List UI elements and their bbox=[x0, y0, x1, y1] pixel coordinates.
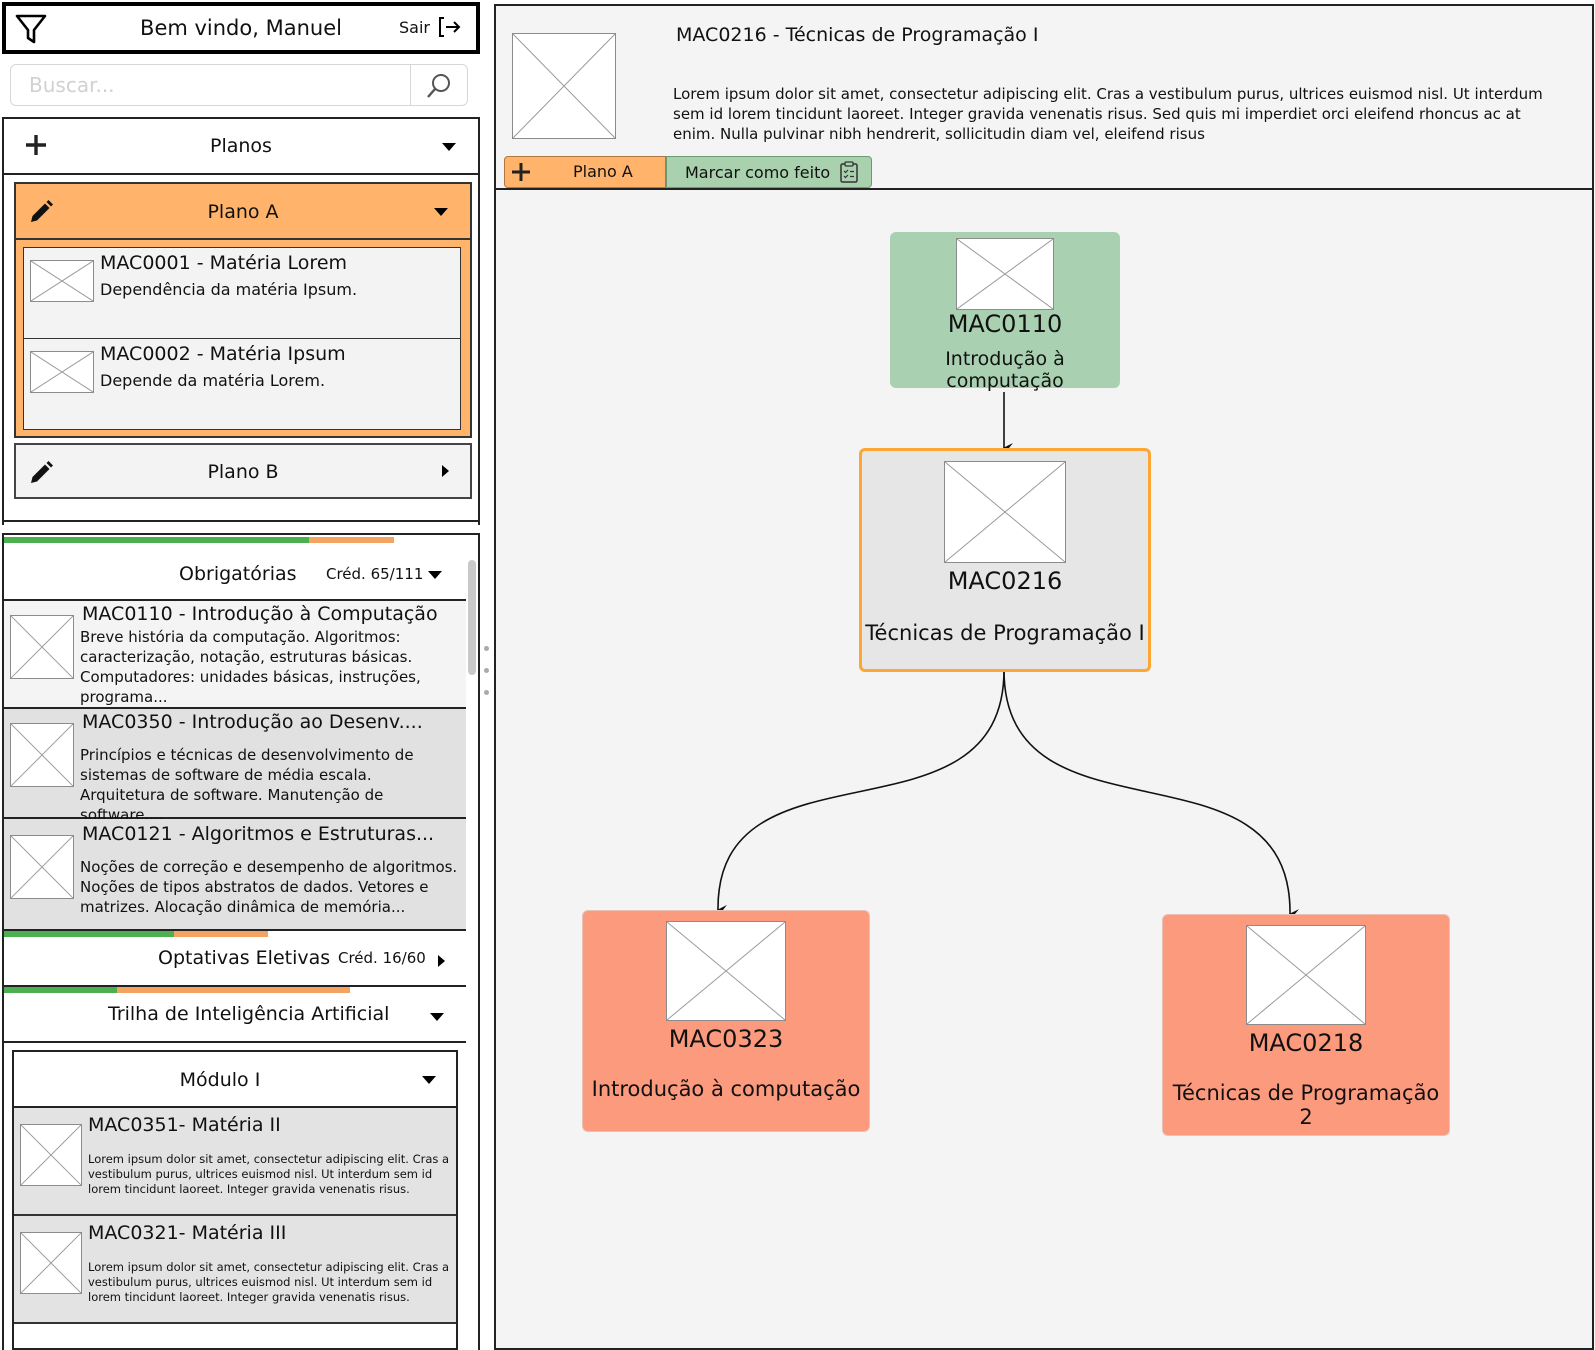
module-group: Módulo I MAC0351- Matéria II Lorem ipsum… bbox=[12, 1050, 458, 1350]
course-detail-header: MAC0216 - Técnicas de Programação I Lore… bbox=[496, 6, 1592, 190]
plan-a-group: Plano A MAC0001 - Matéria Lorem Dependên… bbox=[14, 182, 472, 438]
course-detail-title: MAC0216 - Técnicas de Programação I bbox=[676, 24, 1039, 46]
graph-node-current[interactable]: MAC0216 Técnicas de Programação I bbox=[859, 448, 1151, 672]
mark-done-label: Marcar como feito bbox=[685, 163, 831, 182]
section-label: Trilha de Inteligência Artificial bbox=[108, 1003, 390, 1025]
graph-node-dependent-left[interactable]: MAC0323 Introdução à computação bbox=[582, 910, 870, 1132]
course-list-item[interactable]: MAC0110 - Introdução à Computação Breve … bbox=[4, 601, 466, 709]
chevron-down-icon[interactable] bbox=[442, 143, 456, 151]
course-image-placeholder bbox=[512, 33, 616, 139]
node-name: Técnicas de Programação I bbox=[865, 621, 1145, 645]
course-description: Lorem ipsum dolor sit amet, consectetur … bbox=[88, 1152, 450, 1196]
graph-node-prerequisite[interactable]: MAC0110 Introdução à computação bbox=[890, 232, 1120, 392]
chevron-right-icon[interactable] bbox=[438, 955, 445, 967]
credits-counter: Créd. 16/60 bbox=[338, 949, 426, 967]
course-image-placeholder bbox=[10, 835, 74, 899]
course-image-placeholder bbox=[10, 615, 74, 679]
course-description: Princípios e técnicas de desenvolvimento… bbox=[80, 746, 414, 824]
course-image-placeholder bbox=[666, 921, 786, 1021]
node-name: Introdução à computação bbox=[591, 1077, 861, 1101]
chevron-down-icon[interactable] bbox=[428, 571, 442, 579]
plan-course-item[interactable]: MAC0002 - Matéria Ipsum Depende da matér… bbox=[23, 338, 461, 430]
course-description: Lorem ipsum dolor sit amet, consectetur … bbox=[88, 1260, 450, 1304]
course-description: Noções de correção e desempenho de algor… bbox=[80, 858, 458, 916]
course-image-placeholder bbox=[944, 461, 1066, 563]
sidebar: Bem vindo, Manuel Sair Planos Plano A MA… bbox=[0, 0, 484, 1350]
plan-course-item[interactable]: MAC0001 - Matéria Lorem Dependência da m… bbox=[23, 247, 461, 339]
course-image-placeholder bbox=[20, 1124, 82, 1186]
course-title: MAC0321- Matéria III bbox=[88, 1222, 287, 1244]
divider bbox=[2, 520, 480, 524]
course-title: MAC0350 - Introdução ao Desenv.... bbox=[82, 711, 423, 733]
curriculum-panel: Obrigatórias Créd. 65/111 MAC0110 - Intr… bbox=[2, 533, 480, 1350]
course-image-placeholder bbox=[956, 238, 1054, 310]
search-icon bbox=[427, 74, 450, 98]
plan-b-label: Plano B bbox=[207, 461, 279, 483]
search-box bbox=[10, 64, 468, 106]
node-code: MAC0216 bbox=[947, 567, 1063, 595]
plan-a-header[interactable]: Plano A bbox=[16, 184, 470, 240]
node-name: Introdução à computação bbox=[945, 348, 1065, 392]
course-title: MAC0001 - Matéria Lorem bbox=[100, 252, 348, 274]
search-input[interactable] bbox=[11, 65, 411, 105]
course-title: MAC0002 - Matéria Ipsum bbox=[100, 343, 346, 365]
section-label: Obrigatórias bbox=[179, 563, 297, 585]
scrollbar-thumb[interactable] bbox=[468, 560, 476, 675]
course-title: MAC0110 - Introdução à Computação bbox=[82, 603, 438, 625]
course-detail-description: Lorem ipsum dolor sit amet, consectetur … bbox=[673, 85, 1543, 143]
section-optativas-header[interactable]: Optativas Eletivas Créd. 16/60 bbox=[4, 937, 466, 987]
course-image-placeholder bbox=[30, 351, 94, 393]
node-code: MAC0218 bbox=[1248, 1029, 1364, 1057]
plans-label: Planos bbox=[210, 135, 272, 157]
plans-header[interactable]: Planos bbox=[4, 119, 478, 175]
logout-icon bbox=[439, 17, 461, 37]
module-label: Módulo I bbox=[179, 1069, 261, 1091]
chevron-down-icon[interactable] bbox=[422, 1076, 436, 1084]
clipboard-checklist-icon bbox=[840, 161, 858, 183]
mark-done-button[interactable]: Marcar como feito bbox=[666, 156, 872, 188]
logout-button[interactable]: Sair bbox=[399, 16, 462, 38]
chevron-down-icon[interactable] bbox=[430, 1013, 444, 1021]
graph-node-dependent-right[interactable]: MAC0218 Técnicas de Programação 2 bbox=[1162, 914, 1450, 1136]
module-header[interactable]: Módulo I bbox=[14, 1052, 456, 1108]
edge-current-to-next-right bbox=[1003, 669, 1300, 920]
detail-actions: Plano A Marcar como feito bbox=[504, 156, 872, 188]
course-title: MAC0351- Matéria II bbox=[88, 1114, 281, 1136]
module-course-item[interactable]: MAC0351- Matéria II Lorem ipsum dolor si… bbox=[14, 1108, 456, 1216]
resize-handle[interactable] bbox=[484, 646, 490, 696]
main-panel: MAC0216 - Técnicas de Programação I Lore… bbox=[494, 4, 1594, 1350]
logout-label: Sair bbox=[399, 17, 430, 37]
course-image-placeholder bbox=[30, 260, 94, 302]
course-list-item[interactable]: MAC0350 - Introdução ao Desenv.... Princ… bbox=[4, 709, 466, 824]
section-obrigatorias-header[interactable]: Obrigatórias Créd. 65/111 bbox=[4, 543, 466, 601]
node-code: MAC0110 bbox=[947, 310, 1063, 338]
chevron-down-icon[interactable] bbox=[434, 208, 448, 216]
plus-icon bbox=[512, 163, 530, 181]
section-label: Optativas Eletivas bbox=[158, 947, 331, 969]
course-image-placeholder bbox=[1246, 925, 1366, 1025]
add-to-plan-label: Plano A bbox=[573, 162, 633, 181]
course-description: Breve história da computação. Algoritmos… bbox=[80, 628, 421, 706]
course-image-placeholder bbox=[20, 1232, 82, 1294]
plans-panel: Planos Plano A MAC0001 - Matéria Lorem D… bbox=[2, 117, 480, 525]
edge-current-to-next-left bbox=[717, 669, 1005, 915]
top-bar: Bem vindo, Manuel Sair bbox=[2, 2, 480, 54]
add-to-plan-button[interactable]: Plano A bbox=[504, 156, 666, 188]
node-code: MAC0323 bbox=[668, 1025, 784, 1053]
credits-counter: Créd. 65/111 bbox=[326, 565, 424, 583]
dependency-graph: MAC0110 Introdução à computação MAC0216 … bbox=[496, 192, 1592, 1348]
plan-a-label: Plano A bbox=[207, 201, 279, 223]
plan-b-header[interactable]: Plano B bbox=[14, 443, 472, 499]
section-trilha-header[interactable]: Trilha de Inteligência Artificial bbox=[4, 993, 466, 1043]
chevron-right-icon[interactable] bbox=[442, 465, 449, 477]
course-image-placeholder bbox=[10, 723, 74, 787]
course-description: Dependência da matéria Ipsum. bbox=[100, 280, 358, 299]
node-name: Técnicas de Programação 2 bbox=[1172, 1081, 1440, 1129]
module-course-item[interactable]: MAC0321- Matéria III Lorem ipsum dolor s… bbox=[14, 1216, 456, 1324]
search-button[interactable] bbox=[410, 65, 467, 105]
course-list-item[interactable]: MAC0121 - Algoritmos e Estruturas... Noç… bbox=[4, 819, 466, 931]
course-description: Depende da matéria Lorem. bbox=[100, 371, 326, 390]
course-title: MAC0121 - Algoritmos e Estruturas... bbox=[82, 823, 435, 845]
